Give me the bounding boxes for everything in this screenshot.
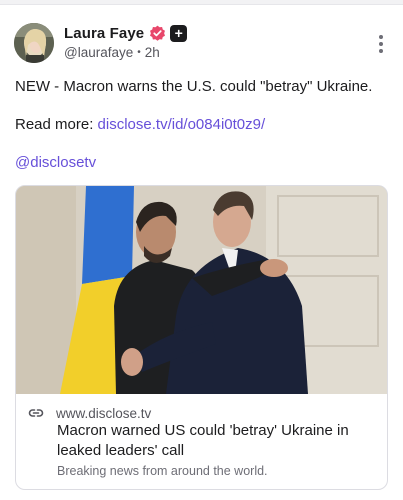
mention-link[interactable]: @disclosetv (15, 154, 96, 171)
read-more-line: Read more: disclose.tv/id/o084i0t0z9/ (15, 115, 390, 135)
link-domain-row: www.disclose.tv (28, 405, 151, 421)
avatar[interactable] (14, 23, 54, 63)
post: Laura Faye + @laurafaye • 2h NEW - Macro… (0, 5, 403, 500)
link-title[interactable]: Macron warned US could 'betray' Ukraine … (57, 421, 377, 461)
link-preview-card[interactable]: www.disclose.tv Macron warned US could '… (15, 185, 388, 490)
post-header: Laura Faye + @laurafaye • 2h (14, 23, 389, 65)
read-more-link[interactable]: disclose.tv/id/o084i0t0z9/ (98, 116, 266, 133)
author-handle[interactable]: @laurafaye (64, 45, 133, 60)
author-name[interactable]: Laura Faye (64, 25, 144, 42)
link-description: Breaking news from around the world. (57, 464, 268, 478)
more-options-icon[interactable] (373, 33, 389, 55)
verified-badge-icon (149, 25, 166, 42)
link-icon (28, 405, 44, 421)
handle-row: @laurafaye • 2h (64, 45, 160, 60)
avatar-image (14, 23, 54, 63)
separator-dot: • (137, 47, 141, 58)
name-row: Laura Faye + (64, 24, 188, 42)
post-timestamp[interactable]: 2h (145, 45, 160, 60)
read-more-label: Read more: (15, 116, 98, 133)
link-domain: www.disclose.tv (56, 405, 152, 421)
plus-badge-icon: + (170, 24, 188, 42)
link-preview-image[interactable] (16, 186, 387, 394)
mention-line: @disclosetv (15, 153, 390, 173)
link-preview-body: www.disclose.tv Macron warned US could '… (16, 394, 387, 489)
post-headline: NEW - Macron warns the U.S. could "betra… (15, 78, 373, 95)
